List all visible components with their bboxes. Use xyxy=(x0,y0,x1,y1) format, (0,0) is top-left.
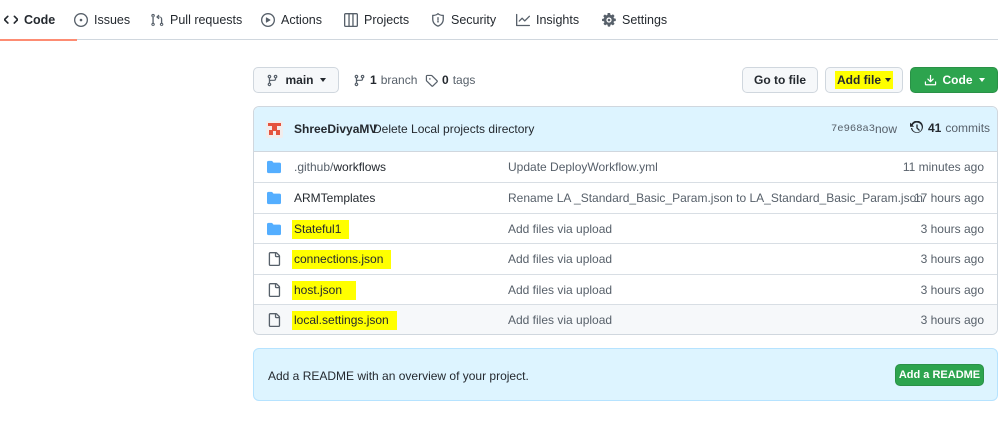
branch-count: 1 xyxy=(370,73,377,87)
add-file-label: Add file xyxy=(837,73,881,87)
tag-count: 0 xyxy=(442,73,449,87)
chevron-down-icon xyxy=(885,78,891,82)
branch-word: branch xyxy=(380,73,418,87)
file-name-highlight: host.json xyxy=(292,281,357,300)
tab-settings-label: Settings xyxy=(622,13,668,27)
history-icon xyxy=(910,121,924,133)
code-icon xyxy=(4,15,18,24)
commit-author[interactable]: ShreeDivyaMV xyxy=(294,122,377,136)
table-row[interactable]: ARMTemplates Rename LA _Standard_Basic_P… xyxy=(254,182,997,212)
branch-icon xyxy=(354,74,365,86)
table-row[interactable]: Stateful1 Add files via upload 3 hours a… xyxy=(254,213,997,243)
tab-issues-label: Issues xyxy=(94,13,131,27)
file-commit-message[interactable]: Add files via upload xyxy=(508,313,612,327)
file-name-prefix: .github/ xyxy=(294,160,334,174)
file-commit-time: 3 hours ago xyxy=(920,222,984,236)
add-readme-button[interactable]: Add a README xyxy=(895,364,984,386)
file-commit-time: 3 hours ago xyxy=(920,252,984,266)
table-row[interactable]: connections.json Add files via upload 3 … xyxy=(254,243,997,273)
file-commit-message[interactable]: Update DeployWorkflow.yml xyxy=(508,160,658,174)
branch-name: main xyxy=(285,73,314,87)
file-name-highlight: connections.json xyxy=(292,250,392,269)
commit-count: 41 xyxy=(928,121,942,135)
shield-icon xyxy=(432,13,444,27)
commit-time: now xyxy=(875,122,898,136)
tag-word: tags xyxy=(452,73,476,87)
commit-sha[interactable]: 7e968a3 xyxy=(831,123,875,135)
file-rows: .github/workflows Update DeployWorkflow.… xyxy=(254,152,997,334)
repo-nav: Code Issues Pull requests Actions Projec… xyxy=(0,0,998,41)
folder-icon xyxy=(267,191,281,205)
table-row[interactable]: .github/workflows Update DeployWorkflow.… xyxy=(254,152,997,182)
tags-link[interactable]: 0 tags xyxy=(425,72,475,88)
file-name[interactable]: ARMTemplates xyxy=(294,191,375,205)
add-file-label-highlight: Add file xyxy=(835,71,893,89)
table-row[interactable]: host.json Add files via upload 3 hours a… xyxy=(254,274,997,304)
file-name[interactable]: local.settings.json xyxy=(292,311,397,330)
file-commit-message[interactable]: Add files via upload xyxy=(508,222,612,236)
tab-insights-label: Insights xyxy=(536,13,580,27)
code-button-label: Code xyxy=(942,73,973,87)
file-commit-message[interactable]: Add files via upload xyxy=(508,283,612,297)
file-commit-time: 11 minutes ago xyxy=(902,160,984,174)
latest-commit-bar: ShreeDivyaMV Delete Local projects direc… xyxy=(254,107,997,152)
readme-prompt-text: Add a README with an overview of your pr… xyxy=(268,369,529,383)
file-name[interactable]: connections.json xyxy=(292,250,392,269)
tab-security-label: Security xyxy=(451,13,497,27)
tab-projects[interactable]: Projects xyxy=(344,0,409,40)
file-commit-message[interactable]: Add files via upload xyxy=(508,252,612,266)
file-name-highlight: Stateful1 xyxy=(292,220,350,239)
issue-icon xyxy=(74,13,88,27)
chevron-down-icon xyxy=(978,78,985,82)
folder-icon xyxy=(267,160,281,174)
avatar[interactable] xyxy=(266,121,283,138)
graph-icon xyxy=(516,13,530,27)
tab-issues[interactable]: Issues xyxy=(74,0,130,40)
download-icon xyxy=(924,74,936,85)
readme-banner: Add a README with an overview of your pr… xyxy=(253,348,998,401)
file-icon xyxy=(268,283,281,297)
file-name[interactable]: .github/workflows xyxy=(294,160,386,174)
commits-link[interactable]: 41 commits xyxy=(910,121,990,135)
tab-projects-label: Projects xyxy=(364,13,410,27)
file-commit-time: 3 hours ago xyxy=(920,313,984,327)
branches-link[interactable]: 1 branch xyxy=(353,72,417,88)
tab-insights[interactable]: Insights xyxy=(516,0,579,40)
chevron-down-icon xyxy=(319,78,326,82)
file-list-box: ShreeDivyaMV Delete Local projects direc… xyxy=(253,106,998,335)
tab-actions[interactable]: Actions xyxy=(261,0,322,40)
tab-settings[interactable]: Settings xyxy=(602,0,667,40)
tab-code[interactable]: Code xyxy=(0,0,78,41)
file-name-suffix: workflows xyxy=(333,160,387,174)
add-file-button[interactable]: Add file xyxy=(825,67,903,93)
play-icon xyxy=(261,13,275,27)
branch-select-button[interactable]: main xyxy=(253,67,339,93)
branch-icon xyxy=(268,74,278,86)
file-commit-time: 17 hours ago xyxy=(913,191,984,205)
file-icon xyxy=(268,313,281,327)
commit-count-word: commits xyxy=(945,121,991,135)
table-row[interactable]: local.settings.json Add files via upload… xyxy=(254,304,997,334)
gear-icon xyxy=(602,13,616,27)
tab-pull-requests-label: Pull requests xyxy=(170,13,243,27)
pull-request-icon xyxy=(151,13,164,27)
tab-code-label: Code xyxy=(24,13,56,27)
file-name[interactable]: Stateful1 xyxy=(292,220,350,239)
file-name[interactable]: host.json xyxy=(292,281,357,300)
go-to-file-button[interactable]: Go to file xyxy=(742,67,818,93)
file-icon xyxy=(268,252,281,266)
code-button[interactable]: Code xyxy=(910,67,998,93)
table-icon xyxy=(344,13,358,27)
go-to-file-label: Go to file xyxy=(754,73,806,87)
folder-icon xyxy=(267,222,281,236)
tab-security[interactable]: Security xyxy=(431,0,496,40)
file-commit-message[interactable]: Rename LA _Standard_Basic_Param.json to … xyxy=(508,191,923,205)
tag-icon xyxy=(425,74,438,87)
file-commit-time: 3 hours ago xyxy=(920,283,984,297)
tab-actions-label: Actions xyxy=(281,13,322,27)
file-name-highlight: local.settings.json xyxy=(292,311,397,330)
tab-pull-requests[interactable]: Pull requests xyxy=(150,0,242,40)
commit-message[interactable]: Delete Local projects directory xyxy=(373,122,534,136)
